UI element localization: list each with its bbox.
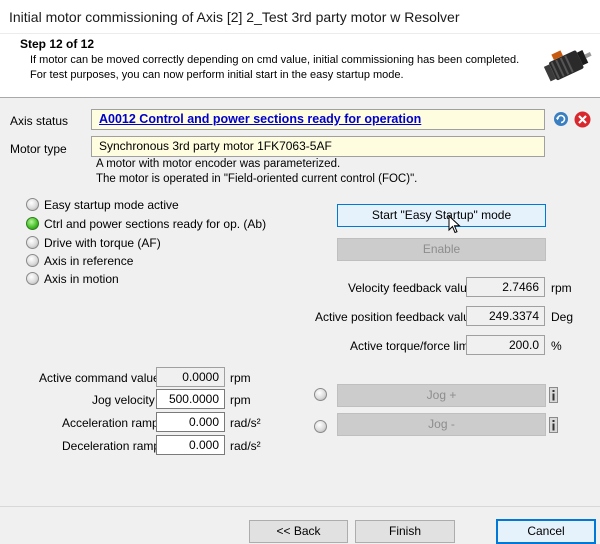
start-easy-startup-button[interactable]: Start "Easy Startup" mode: [337, 204, 546, 227]
jog-velocity-unit: rpm: [230, 393, 251, 407]
easy-startup-indicator: [26, 198, 39, 211]
footer-divider: [0, 506, 600, 507]
torque-limit-unit: %: [551, 339, 562, 353]
reference-indicator: [26, 254, 39, 267]
jog-velocity-input[interactable]: 500.0000: [156, 389, 225, 409]
axis-status-field: A0012 Control and power sections ready f…: [91, 109, 545, 130]
position-feedback-value: 249.3374: [466, 306, 545, 326]
ready-label: Ctrl and power sections ready for op. (A…: [44, 217, 267, 231]
position-feedback-label: Active position feedback value: [315, 310, 477, 324]
motion-label: Axis in motion: [44, 272, 119, 286]
motor-info-line2: The motor is operated in "Field-oriented…: [96, 173, 418, 185]
easy-startup-label: Easy startup mode active: [44, 198, 179, 212]
command-value-label: Active command value: [39, 371, 160, 385]
deceleration-ramp-unit: rad/s²: [230, 439, 261, 453]
cancel-button[interactable]: Cancel: [496, 519, 596, 544]
step-description-line2: For test purposes, you can now perform i…: [30, 69, 404, 81]
torque-label: Drive with torque (AF): [44, 236, 161, 250]
ready-indicator: [26, 217, 39, 230]
torque-limit-label: Active torque/force limit: [350, 339, 475, 353]
step-header: Step 12 of 12 If motor can be moved corr…: [0, 34, 600, 98]
acceleration-ramp-label: Acceleration ramp: [62, 416, 159, 430]
refresh-icon[interactable]: [553, 111, 569, 127]
title-bar: Initial motor commissioning of Axis [2] …: [0, 0, 600, 34]
torque-limit-value: 200.0: [466, 335, 545, 355]
motion-indicator: [26, 272, 39, 285]
step-description-line1: If motor can be moved correctly dependin…: [30, 54, 520, 66]
deceleration-ramp-label: Deceleration ramp: [62, 439, 161, 453]
back-button[interactable]: << Back: [249, 520, 348, 543]
torque-indicator: [26, 236, 39, 249]
window-title: Initial motor commissioning of Axis [2] …: [9, 9, 460, 25]
command-value-field: 0.0000: [156, 367, 225, 387]
jog-velocity-label: Jog velocity: [92, 393, 155, 407]
reference-label: Axis in reference: [44, 254, 134, 268]
command-value-unit: rpm: [230, 371, 251, 385]
acceleration-ramp-unit: rad/s²: [230, 416, 261, 430]
position-feedback-unit: Deg: [551, 310, 574, 324]
acceleration-ramp-input[interactable]: 0.000: [156, 412, 225, 432]
velocity-feedback-value: 2.7466: [466, 277, 545, 297]
jog-minus-radio-icon: [314, 420, 327, 433]
step-title: Step 12 of 12: [20, 37, 95, 51]
info-icon: [549, 417, 558, 433]
jog-plus-radio-icon: [314, 388, 327, 401]
jog-plus-button[interactable]: Jog +: [337, 384, 546, 407]
enable-button[interactable]: Enable: [337, 238, 546, 261]
axis-status-link[interactable]: A0012 Control and power sections ready f…: [99, 112, 421, 126]
velocity-feedback-unit: rpm: [551, 281, 572, 295]
finish-button[interactable]: Finish: [355, 520, 455, 543]
motor-image: [543, 50, 592, 82]
jog-minus-button[interactable]: Jog -: [337, 413, 546, 436]
motor-type-field: Synchronous 3rd party motor 1FK7063-5AF: [91, 136, 545, 157]
motor-type-label: Motor type: [10, 142, 67, 156]
motor-info-line1: A motor with motor encoder was parameter…: [96, 158, 341, 170]
axis-status-label: Axis status: [10, 114, 69, 128]
deceleration-ramp-input[interactable]: 0.000: [156, 435, 225, 455]
close-icon[interactable]: [574, 111, 591, 128]
velocity-feedback-label: Velocity feedback value: [348, 281, 474, 295]
mouse-cursor-icon: [448, 215, 461, 234]
info-icon: [549, 387, 558, 403]
